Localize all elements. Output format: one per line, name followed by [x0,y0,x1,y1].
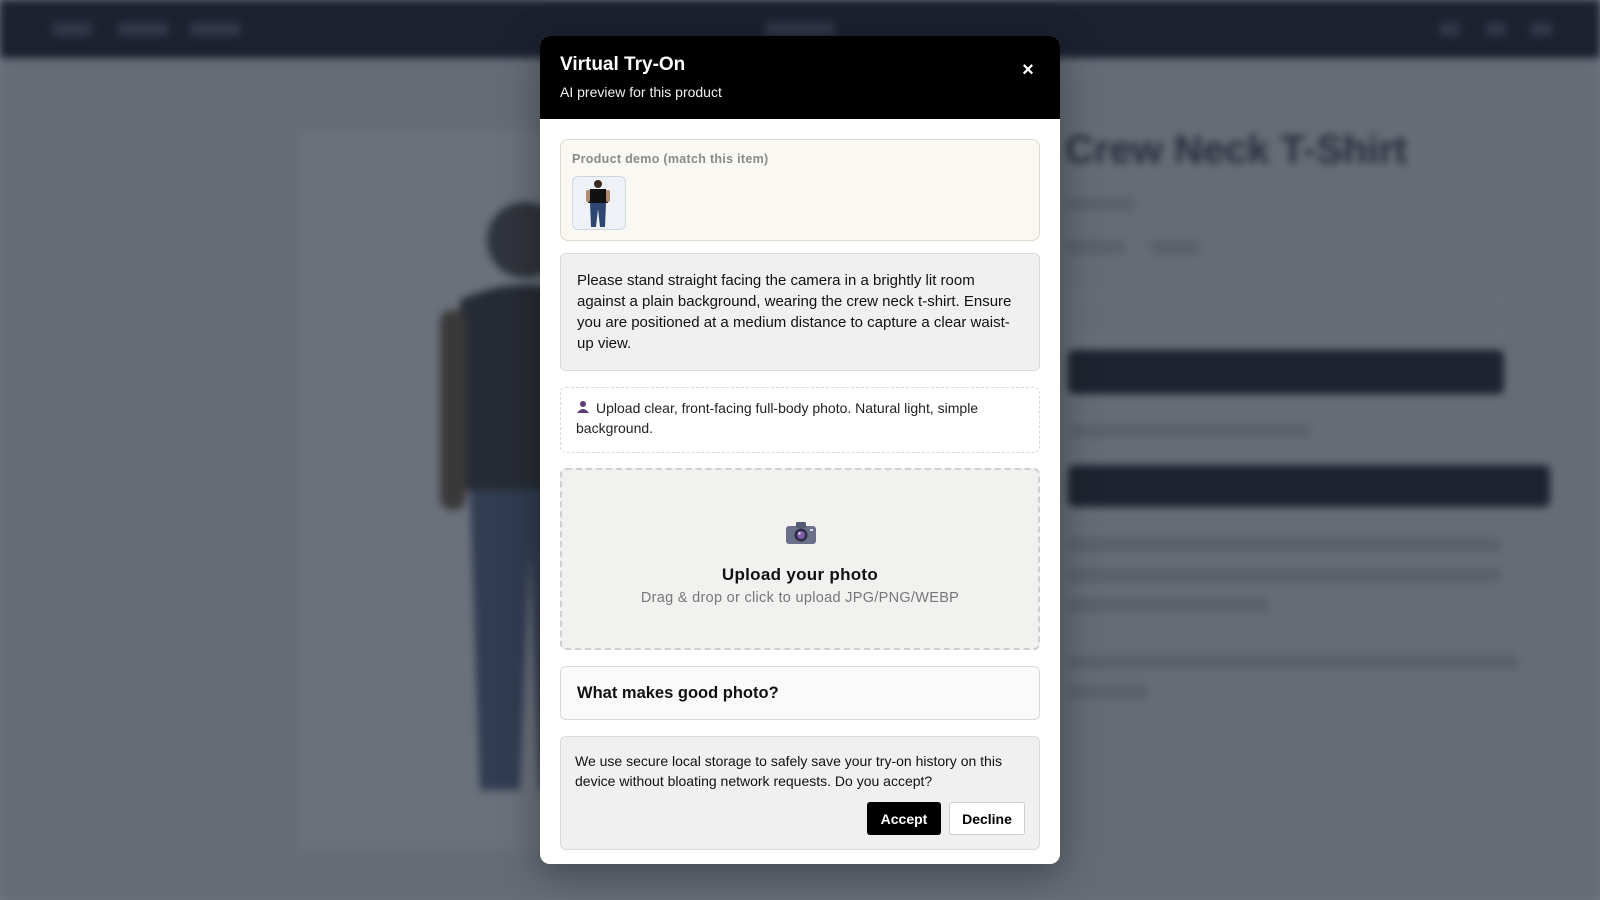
photo-upload-dropzone[interactable]: Upload your photo Drag & drop or click t… [560,468,1040,650]
good-photo-accordion[interactable]: What makes good photo? [560,666,1040,720]
virtual-try-on-modal: Virtual Try-On AI preview for this produ… [540,36,1060,864]
consent-actions: Accept Decline [867,802,1025,835]
pose-instruction: Please stand straight facing the camera … [560,253,1040,371]
close-button[interactable]: × [1014,56,1042,84]
modal-subtitle: AI preview for this product [560,84,722,100]
camera-icon [786,522,816,544]
decline-button[interactable]: Decline [949,802,1025,835]
upload-tip-text: Upload clear, front-facing full-body pho… [576,400,979,436]
modal-header: Virtual Try-On AI preview for this produ… [540,36,1060,119]
person-icon [577,401,589,413]
product-demo-label: Product demo (match this item) [572,152,769,166]
upload-tip: Upload clear, front-facing full-body pho… [560,387,1040,453]
storage-consent-banner: We use secure local storage to safely sa… [560,736,1040,850]
modal-title: Virtual Try-On [560,54,686,75]
product-demo-card: Product demo (match this item) [560,139,1040,241]
upload-title: Upload your photo [721,565,879,584]
modal-body: Product demo (match this item) Please st… [560,139,1040,850]
close-icon: × [1022,59,1034,81]
upload-subtitle: Drag & drop or click to upload JPG/PNG/W… [640,590,960,606]
model-thumbnail-image [573,177,625,229]
accept-button[interactable]: Accept [867,802,941,835]
consent-text: We use secure local storage to safely sa… [575,753,1002,789]
product-demo-thumbnail[interactable] [572,176,626,230]
